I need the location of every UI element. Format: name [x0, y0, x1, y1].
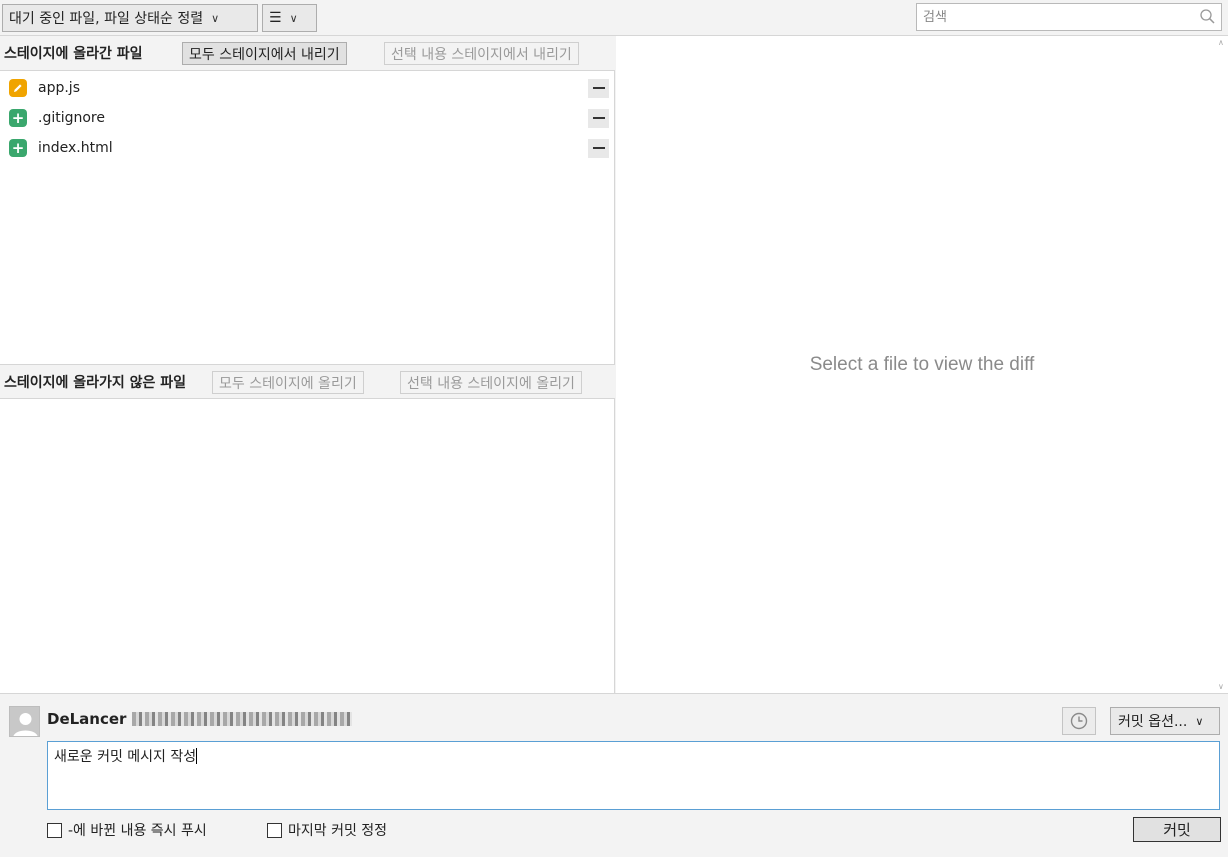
unstaged-title: 스테이지에 올라가지 않은 파일 — [4, 374, 187, 391]
minus-icon — [592, 117, 605, 119]
amend-checkbox-label: 마지막 커밋 정정 — [288, 823, 388, 839]
checkbox[interactable] — [267, 822, 282, 838]
author-name: DeLancer — [47, 710, 127, 728]
scroll-down-icon[interactable]: ∨ — [1218, 682, 1224, 691]
redacted-email — [132, 712, 353, 726]
plus-icon: + — [9, 139, 27, 157]
minus-icon — [592, 87, 605, 89]
push-immediately-checkbox[interactable]: -에 바뀐 내용 즉시 푸시 — [47, 820, 207, 840]
unstaged-file-list — [0, 400, 615, 693]
avatar — [9, 706, 40, 737]
staged-header: 스테이지에 올라간 파일 모두 스테이지에서 내리기 선택 내용 스테이지에서 … — [0, 36, 615, 71]
sort-dropdown[interactable]: 대기 중인 파일, 파일 상태순 정렬 ∨ — [2, 4, 258, 32]
search-icon[interactable] — [1199, 8, 1217, 26]
view-menu-dropdown[interactable]: ☰ ∨ — [262, 4, 317, 32]
commit-message-text: 새로운 커밋 메시지 작성 — [54, 749, 197, 765]
diff-scrollbar[interactable]: ∧ ∨ — [1216, 36, 1228, 693]
unstaged-header: 스테이지에 올라가지 않은 파일 모두 스테이지에 올리기 선택 내용 스테이지… — [0, 364, 615, 399]
file-name: .gitignore — [38, 110, 105, 126]
list-item[interactable]: + index.html — [0, 133, 615, 163]
text-cursor — [196, 748, 198, 764]
unstage-file-button[interactable] — [588, 138, 609, 158]
file-name: index.html — [38, 140, 113, 156]
clock-icon — [1070, 712, 1088, 730]
diff-panel: Select a file to view the diff ∧ ∨ — [616, 36, 1228, 693]
file-status-panel: 스테이지에 올라간 파일 모두 스테이지에서 내리기 선택 내용 스테이지에서 … — [0, 36, 615, 693]
unstage-file-button[interactable] — [588, 78, 609, 98]
staged-title: 스테이지에 올라간 파일 — [4, 46, 143, 62]
toolbar: 대기 중인 파일, 파일 상태순 정렬 ∨ ☰ ∨ — [0, 0, 1228, 36]
list-icon: ☰ — [269, 10, 282, 26]
checkbox[interactable] — [47, 822, 62, 838]
chevron-down-icon: ∨ — [1195, 714, 1204, 728]
commit-options-dropdown[interactable]: 커밋 옵션... ∨ — [1110, 707, 1220, 735]
minus-icon — [592, 147, 605, 149]
commit-history-button[interactable] — [1062, 707, 1096, 735]
list-item[interactable]: app.js — [0, 73, 615, 103]
commit-message-input[interactable]: 새로운 커밋 메시지 작성 — [47, 741, 1220, 810]
plus-icon: + — [9, 109, 27, 127]
search-input[interactable] — [917, 4, 1187, 30]
unstage-all-button[interactable]: 모두 스테이지에서 내리기 — [182, 42, 347, 65]
commit-author: DeLancer — [47, 710, 353, 728]
search-box — [916, 3, 1222, 31]
file-name: app.js — [38, 80, 80, 96]
list-item[interactable]: + .gitignore — [0, 103, 615, 133]
commit-panel: DeLancer 커밋 옵션... ∨ 새로운 커밋 메시지 작성 -에 바뀐 … — [0, 693, 1228, 857]
push-checkbox-label: -에 바뀐 내용 즉시 푸시 — [68, 823, 207, 839]
diff-placeholder: Select a file to view the diff — [809, 354, 1035, 375]
commit-options-label: 커밋 옵션... — [1118, 714, 1188, 730]
sort-dropdown-label: 대기 중인 파일, 파일 상태순 정렬 — [9, 11, 204, 27]
stage-all-button[interactable]: 모두 스테이지에 올리기 — [212, 371, 364, 394]
unstage-selected-button[interactable]: 선택 내용 스테이지에서 내리기 — [384, 42, 579, 65]
user-icon — [13, 713, 38, 736]
stage-selected-button[interactable]: 선택 내용 스테이지에 올리기 — [400, 371, 582, 394]
unstage-file-button[interactable] — [588, 108, 609, 128]
amend-commit-checkbox[interactable]: 마지막 커밋 정정 — [267, 820, 387, 840]
scroll-up-icon[interactable]: ∧ — [1218, 38, 1224, 47]
commit-button[interactable]: 커밋 — [1133, 817, 1221, 842]
chevron-down-icon: ∨ — [289, 11, 298, 25]
chevron-down-icon: ∨ — [211, 11, 220, 25]
pencil-icon — [9, 79, 27, 97]
